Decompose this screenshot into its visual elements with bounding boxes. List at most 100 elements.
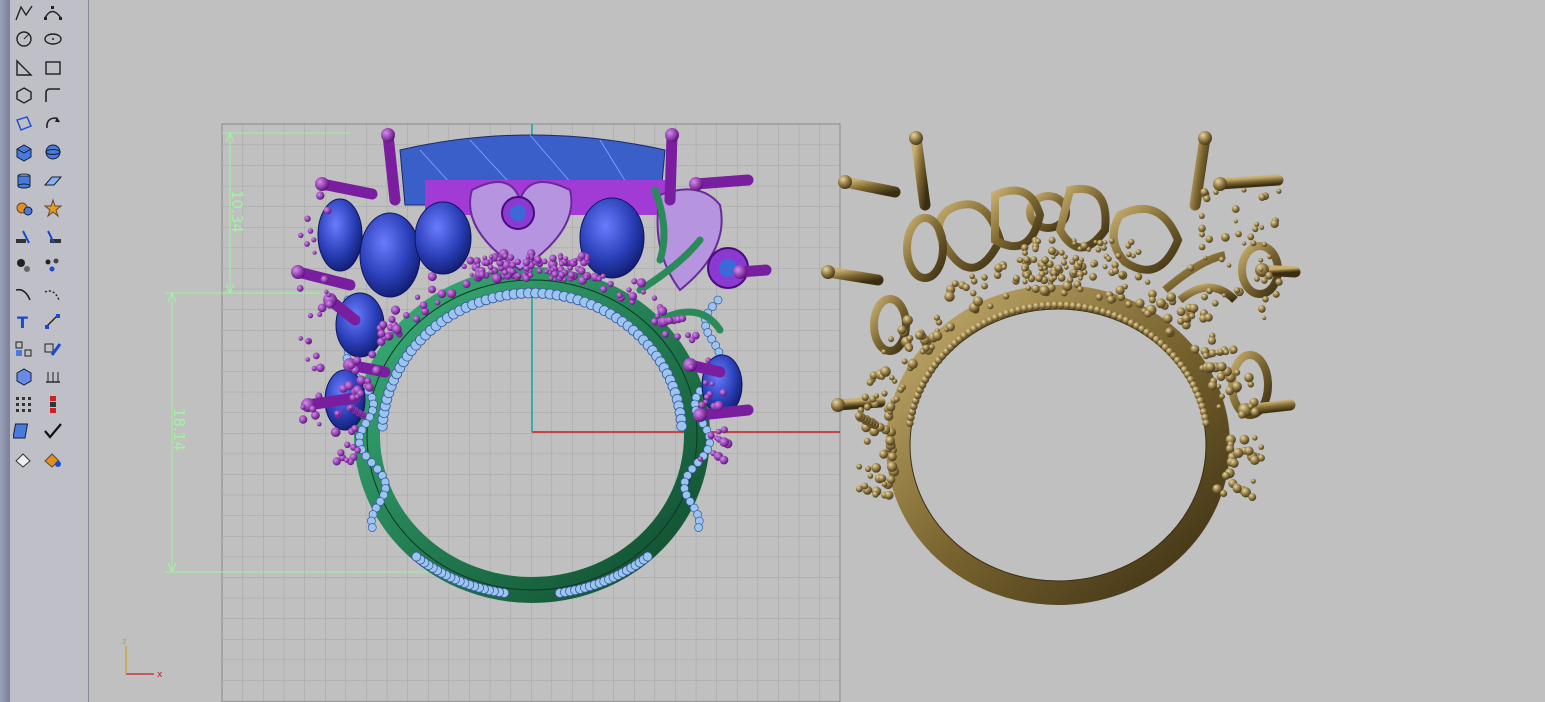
accent-bead: [970, 290, 977, 297]
points-button[interactable]: [11, 254, 37, 276]
accent-bead: [324, 289, 329, 294]
gem-oval-left-4: [335, 292, 385, 358]
analysis-icon: [13, 423, 29, 439]
rectangle-button[interactable]: [40, 57, 66, 79]
edit-button[interactable]: [40, 338, 66, 360]
accent-bead: [1252, 226, 1259, 233]
accent-bead: [559, 261, 565, 267]
deform-button[interactable]: [11, 113, 37, 135]
rotate-button[interactable]: [40, 113, 66, 135]
analysis-button[interactable]: [11, 420, 37, 442]
box-edit-icon: [16, 368, 32, 386]
accent-bead: [391, 324, 402, 334]
accent-bead: [1115, 285, 1125, 295]
scene-canvas[interactable]: 10.34 18.14 x z: [89, 0, 1545, 702]
accent-bead: [1241, 187, 1247, 193]
accent-bead: [987, 303, 994, 310]
accent-bead: [719, 437, 729, 447]
polyline-button[interactable]: [11, 2, 37, 24]
accent-bead: [1254, 276, 1260, 282]
accent-bead: [1041, 256, 1049, 264]
accent-bead: [403, 312, 410, 319]
circle-button[interactable]: [11, 28, 37, 50]
accent-bead: [296, 285, 304, 292]
accent-bead: [687, 363, 695, 371]
offset-curve-button[interactable]: [40, 283, 66, 305]
render-button[interactable]: [11, 448, 37, 470]
accent-bead: [1244, 446, 1254, 456]
accent-bead: [719, 389, 727, 397]
cylinder-button[interactable]: [11, 170, 37, 192]
accent-bead: [1038, 266, 1043, 271]
accent-bead: [1021, 266, 1028, 272]
ellipse-icon: [44, 33, 62, 45]
grid-array-button[interactable]: [11, 393, 37, 415]
align-button[interactable]: [40, 393, 66, 415]
polygon-triangle-button[interactable]: [11, 57, 37, 79]
accent-bead: [1221, 471, 1231, 480]
ring-model-gold-render[interactable]: [821, 131, 1301, 605]
split-button[interactable]: [11, 226, 37, 248]
accent-bead: [628, 292, 638, 301]
accent-bead: [388, 315, 396, 323]
accent-bead: [354, 447, 361, 454]
accent-bead: [1188, 313, 1196, 320]
gem-oval-right-1: [579, 197, 645, 279]
accent-bead: [1115, 252, 1122, 259]
accent-bead: [1047, 246, 1056, 255]
boolean-gear-icon: [16, 202, 33, 216]
accent-bead: [1242, 241, 1247, 246]
accent-bead: [1022, 279, 1028, 285]
accent-bead: [1135, 298, 1145, 308]
curve-points-button[interactable]: [40, 2, 66, 24]
accent-bead: [1200, 188, 1209, 197]
accent-bead: [906, 335, 914, 342]
sphere-solid-button[interactable]: [40, 141, 66, 163]
accent-bead: [476, 263, 481, 268]
accent-bead: [1199, 231, 1205, 238]
accent-bead: [307, 228, 314, 234]
prong-tip: [1213, 177, 1227, 191]
surface-plane-button[interactable]: [40, 170, 66, 192]
explode-button[interactable]: [40, 197, 66, 219]
accent-bead: [1090, 262, 1096, 268]
accent-bead: [372, 365, 382, 375]
boolean-gear-button[interactable]: [11, 197, 37, 219]
box-edit-button[interactable]: [11, 365, 37, 387]
accent-bead: [1071, 269, 1078, 276]
array-button[interactable]: [40, 365, 66, 387]
accent-bead: [1089, 272, 1097, 281]
accent-bead: [600, 273, 606, 279]
text-object-button[interactable]: T: [11, 310, 37, 332]
accent-bead: [572, 258, 578, 263]
viewport-front[interactable]: 10.34 18.14 x z: [89, 0, 1545, 702]
accent-bead: [1218, 256, 1225, 263]
accent-bead: [536, 268, 543, 274]
accent-bead: [901, 358, 908, 365]
dimension-button[interactable]: [40, 310, 66, 332]
accent-bead: [867, 473, 874, 479]
accent-bead: [567, 271, 576, 279]
accent-bead: [1203, 255, 1208, 260]
polygon-button[interactable]: [11, 84, 37, 106]
trim-button[interactable]: [40, 226, 66, 248]
point-cloud-button[interactable]: [40, 254, 66, 276]
accent-bead: [317, 303, 327, 313]
ellipse-button[interactable]: [40, 28, 66, 50]
accent-bead: [962, 283, 970, 292]
accent-bead: [1144, 309, 1152, 318]
accent-bead: [665, 316, 674, 325]
paint-button[interactable]: [40, 448, 66, 470]
accent-bead: [1275, 278, 1283, 286]
accent-bead: [348, 404, 354, 410]
check-button[interactable]: [40, 420, 66, 442]
prong-tip: [665, 128, 679, 142]
group-button[interactable]: [11, 338, 37, 360]
box-solid-button[interactable]: [11, 141, 37, 163]
curve-from-object-button[interactable]: [11, 283, 37, 305]
accent-bead: [1233, 219, 1238, 224]
fillet-curve-button[interactable]: [40, 84, 66, 106]
accent-bead: [419, 301, 428, 310]
accent-bead: [865, 465, 872, 473]
accent-bead: [298, 336, 304, 341]
